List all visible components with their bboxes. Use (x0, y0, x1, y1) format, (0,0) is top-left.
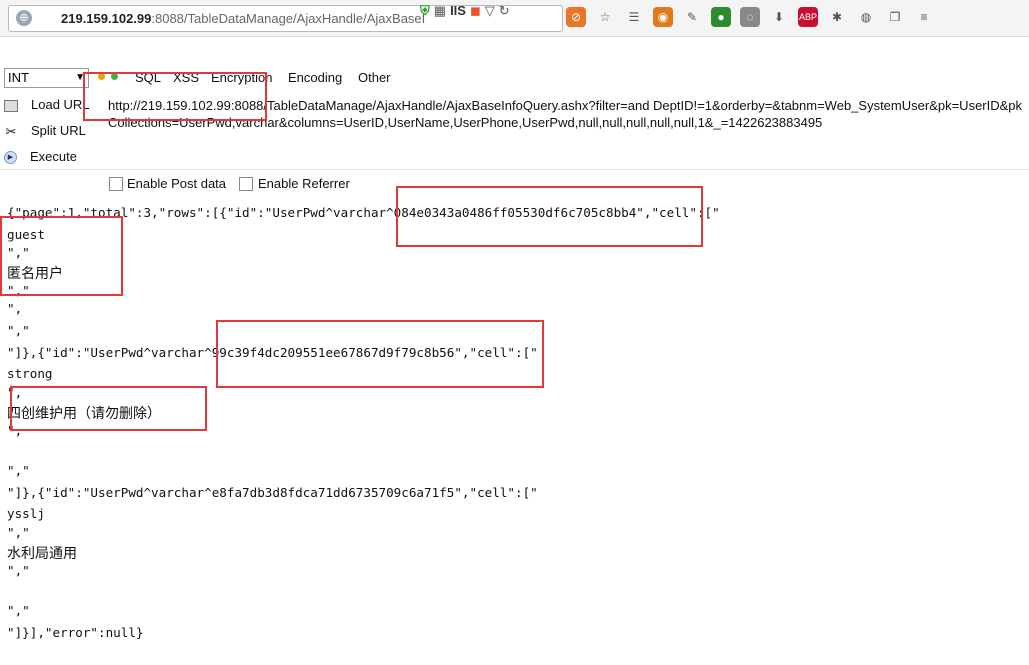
highlight-box-user2 (10, 386, 207, 431)
execute-label: Execute (30, 149, 77, 164)
response-line: "," (7, 603, 30, 618)
response-line: "]}],"error":null} (7, 625, 144, 640)
response-line: "," (7, 463, 30, 478)
reload-icon[interactable]: ↻ (499, 3, 510, 19)
response-line: "," (7, 525, 30, 540)
menu-encoding[interactable]: Encoding (288, 70, 342, 85)
play-icon: ▶ (4, 151, 17, 165)
menu-icon[interactable]: ≡ (914, 7, 934, 27)
security-icon[interactable]: ● (711, 7, 731, 27)
response-line: "," (7, 563, 30, 578)
toolbar-icons: ⊘ ☆ ☰ ◉ ✎ ● ◌ ⬇ ABP ✱ ◍ ❐ ≡ (566, 7, 934, 27)
post-data-checkbox[interactable] (109, 177, 123, 191)
adblock-icon[interactable]: ABP (798, 7, 818, 27)
response-line: 水利局通用 (7, 546, 77, 562)
address-text[interactable]: 219.159.102.99:8088/TableDataManage/Ajax… (61, 11, 425, 26)
load-url-label: Load URL (31, 97, 90, 112)
response-line: "]},{"id":"UserPwd^varchar^e8fa7db3d8fdc… (7, 485, 538, 500)
qr-icon[interactable]: ▦ (434, 3, 446, 19)
execute-button[interactable]: ▶ Execute (4, 149, 77, 171)
iis-label: IIS (450, 3, 466, 18)
download-icon[interactable]: ⬇ (769, 7, 789, 27)
dropdown-icon[interactable]: ▽ (485, 3, 495, 19)
load-url-button[interactable]: Load URL (4, 97, 90, 119)
menu-other[interactable]: Other (358, 70, 391, 85)
address-icons: ⛨ ▦ IIS ◼ ▽ ↻ (420, 3, 510, 19)
globe-icon: ⊕ (16, 10, 32, 26)
encoding-select[interactable]: INT ▼ (4, 68, 89, 88)
load-icon (4, 99, 18, 112)
bug-icon[interactable]: ✱ (827, 7, 847, 27)
referrer-checkbox[interactable] (239, 177, 253, 191)
highlight-box-hash2 (216, 320, 544, 388)
scissors-icon: ✂ (5, 123, 17, 139)
highlight-box-user1 (0, 216, 123, 296)
highlight-box-hash1 (396, 186, 703, 247)
globe-menu-icon[interactable]: ◍ (856, 7, 876, 27)
palette-icon[interactable]: ✎ (682, 7, 702, 27)
url-host: 219.159.102.99 (61, 11, 152, 26)
post-data-label: Enable Post data (127, 176, 227, 191)
block-icon[interactable]: ⊘ (566, 7, 586, 27)
select-value: INT (8, 70, 29, 85)
response-line: strong (7, 366, 53, 381)
response-line: ysslj (7, 506, 45, 521)
reader-icon[interactable]: ☰ (624, 7, 644, 27)
split-url-button[interactable]: ✂ Split URL (4, 123, 86, 145)
addon-icon[interactable]: ◌ (740, 7, 760, 27)
split-url-label: Split URL (31, 123, 86, 138)
highlight-box-url (83, 72, 267, 121)
fox-icon[interactable]: ◉ (653, 7, 673, 27)
response-line: ", (7, 301, 23, 316)
url-path: :8088/TableDataManage/AjaxHandle/AjaxBas… (151, 11, 426, 26)
response-line: "," (7, 323, 30, 338)
referrer-label: Enable Referrer (258, 176, 350, 191)
windows-icon: ◼ (469, 3, 481, 18)
window-icon[interactable]: ❐ (885, 7, 905, 27)
star-icon[interactable]: ☆ (595, 7, 615, 27)
browser-toolbar: ⊕ 219.159.102.99:8088/TableDataManage/Aj… (0, 0, 1029, 37)
shield-icon[interactable]: ⛨ (420, 3, 430, 19)
